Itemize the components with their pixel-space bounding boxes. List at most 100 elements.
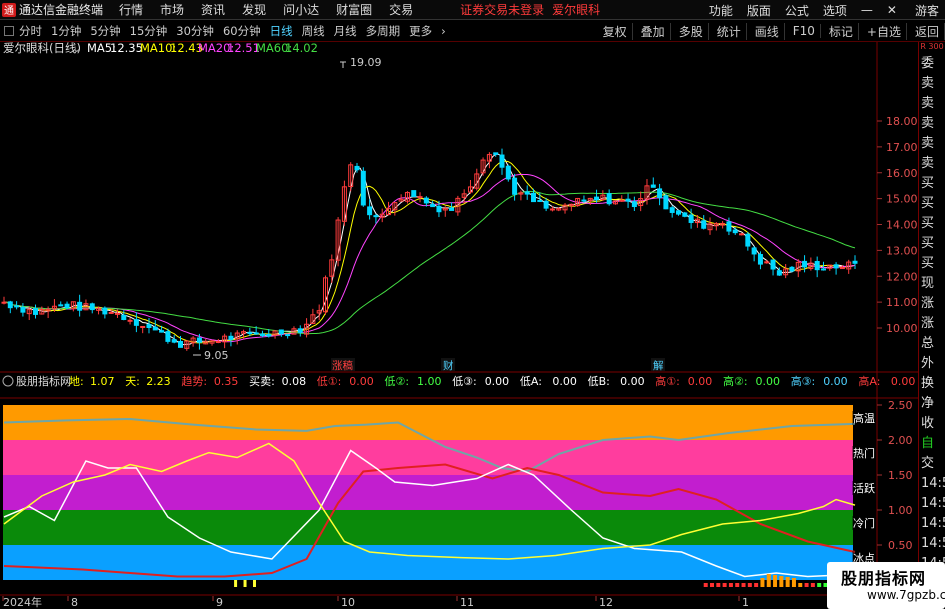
candle-body (14, 305, 20, 308)
indicator-tick-label: 2.00 (888, 434, 913, 447)
login-warning[interactable]: 证券交易未登录 (460, 1, 544, 18)
candle-body (228, 335, 234, 340)
indicator-item-value: 0.35 (214, 375, 239, 388)
indicator-name: 股朋指标网 (16, 374, 71, 388)
tool-adjust[interactable]: 复权 (603, 22, 633, 40)
indicator-zones (3, 405, 853, 580)
stock-name-menu[interactable]: 爱尔眼科 (552, 1, 600, 18)
menu-wealth[interactable]: 财富圈 (336, 1, 372, 18)
kline-chart-panel[interactable]: 爱尔眼科(日线) ⌄ MA5: 12.35 MA10: 12.43 MA20: … (0, 42, 918, 609)
candle-body (776, 270, 782, 276)
quote-row: 净资 (921, 396, 935, 411)
chevron-right-icon[interactable]: › (441, 24, 446, 38)
price-tick-label: 11.00 (886, 296, 918, 309)
quote-row: 卖五 (921, 76, 935, 91)
period-5min[interactable]: 5分钟 (90, 23, 120, 39)
period-multi[interactable]: 多周期 (366, 23, 401, 39)
period-60min[interactable]: 60分钟 (223, 23, 261, 39)
price-tick-label: 14.00 (886, 219, 918, 232)
zone-tag: 活跃 (853, 481, 875, 495)
signal-bar (779, 576, 784, 587)
signal-bar (735, 583, 740, 587)
window-close-icon[interactable]: ✕ (887, 3, 897, 17)
price-tick-label: 15.00 (886, 193, 918, 206)
tool-overlay[interactable]: 叠加 (641, 22, 671, 40)
chevron-down-icon[interactable]: ⌄ (72, 42, 82, 55)
rank-label: R 300 (920, 42, 944, 51)
candle-body (839, 267, 845, 270)
period-1min[interactable]: 1分钟 (51, 23, 81, 39)
signal-bar (810, 583, 815, 587)
tool-draw[interactable]: 画线 (755, 22, 785, 40)
period-30min[interactable]: 30分钟 (176, 23, 214, 39)
signal-bar (716, 583, 721, 587)
indicator-item-value: 0.00 (620, 375, 645, 388)
indicator-item-label: 趋势: (181, 375, 207, 388)
menu-ask[interactable]: 问小达 (283, 1, 319, 18)
ma5-value: 12.35 (110, 42, 143, 55)
menu-news[interactable]: 资讯 (201, 1, 225, 18)
signal-bar (798, 583, 803, 587)
period-more[interactable]: 更多 (409, 23, 432, 39)
window-min-icon[interactable]: — (861, 3, 873, 17)
candle-body (436, 205, 442, 213)
quote-row: 买一 (921, 176, 935, 191)
date-label: 9 (216, 596, 223, 609)
tool-back[interactable]: 返回 (915, 22, 945, 40)
period-monthly[interactable]: 月线 (334, 23, 357, 39)
date-label: 1 (742, 596, 749, 609)
candle-body (108, 311, 114, 314)
candle-body (411, 190, 417, 197)
menu-options[interactable]: 选项 (823, 2, 847, 19)
user-label[interactable]: 游客 (915, 2, 939, 19)
period-15min[interactable]: 15分钟 (130, 23, 168, 39)
candle-body (757, 254, 763, 265)
indicator-item-value: 0.08 (282, 375, 307, 388)
event-label-1[interactable]: 涨稿 (332, 359, 353, 372)
quote-row[interactable]: 自动 (919, 434, 945, 454)
menu-discover[interactable]: 发现 (242, 1, 266, 18)
tool-buttons: 复权 叠加 多股 统计 画线 F10 标记 +自选 返回 (595, 20, 945, 41)
menu-layout[interactable]: 版面 (747, 2, 771, 19)
right-menus: 功能 版面 公式 选项 — ✕ 游客 (695, 0, 945, 19)
tool-add-watchlist[interactable]: +自选 (867, 22, 907, 40)
candle-body (127, 319, 133, 322)
candle-body (581, 199, 587, 202)
candle-body (367, 206, 373, 216)
signal-bar (728, 583, 733, 587)
menu-quotes[interactable]: 行情 (119, 1, 143, 18)
indicator-item-label: 低①: (317, 375, 342, 388)
signal-bar (234, 580, 238, 587)
toggle-icon[interactable] (4, 25, 14, 36)
quote-row: 涨跌 (921, 296, 935, 311)
menu-market[interactable]: 市场 (160, 1, 184, 18)
candle-body (121, 314, 127, 320)
quote-row: 14:56 (921, 476, 945, 491)
candle-body (178, 340, 184, 348)
candle-body (688, 214, 694, 223)
period-weekly[interactable]: 周线 (302, 23, 325, 39)
menu-trade[interactable]: 交易 (389, 1, 413, 18)
signal-bar (791, 578, 796, 587)
quote-row: 换手 (921, 376, 935, 391)
tool-stats[interactable]: 统计 (717, 22, 747, 40)
candle-body (537, 199, 543, 202)
candle-body (852, 260, 858, 264)
quote-row: 14:56 (921, 516, 945, 531)
period-toolbar: 分时 1分钟 5分钟 15分钟 30分钟 60分钟 日线 周线 月线 多周期 更… (0, 20, 945, 42)
period-timeshare[interactable]: 分时 (19, 23, 42, 39)
tool-mark[interactable]: 标记 (829, 22, 859, 40)
candle-body (215, 341, 221, 344)
event-label-2[interactable]: 财 (443, 359, 454, 372)
candle-body (77, 301, 83, 311)
candle-body (802, 260, 808, 268)
tool-multi[interactable]: 多股 (679, 22, 709, 40)
menu-function[interactable]: 功能 (709, 2, 733, 19)
quote-row: 涨幅 (921, 316, 935, 331)
period-daily[interactable]: 日线 (270, 23, 293, 39)
candle-body (682, 212, 688, 217)
menu-formula[interactable]: 公式 (785, 2, 809, 19)
event-label-3[interactable]: 解 (653, 359, 664, 372)
tool-f10[interactable]: F10 (793, 24, 821, 38)
indicator-item-label: 高A: (858, 374, 880, 388)
